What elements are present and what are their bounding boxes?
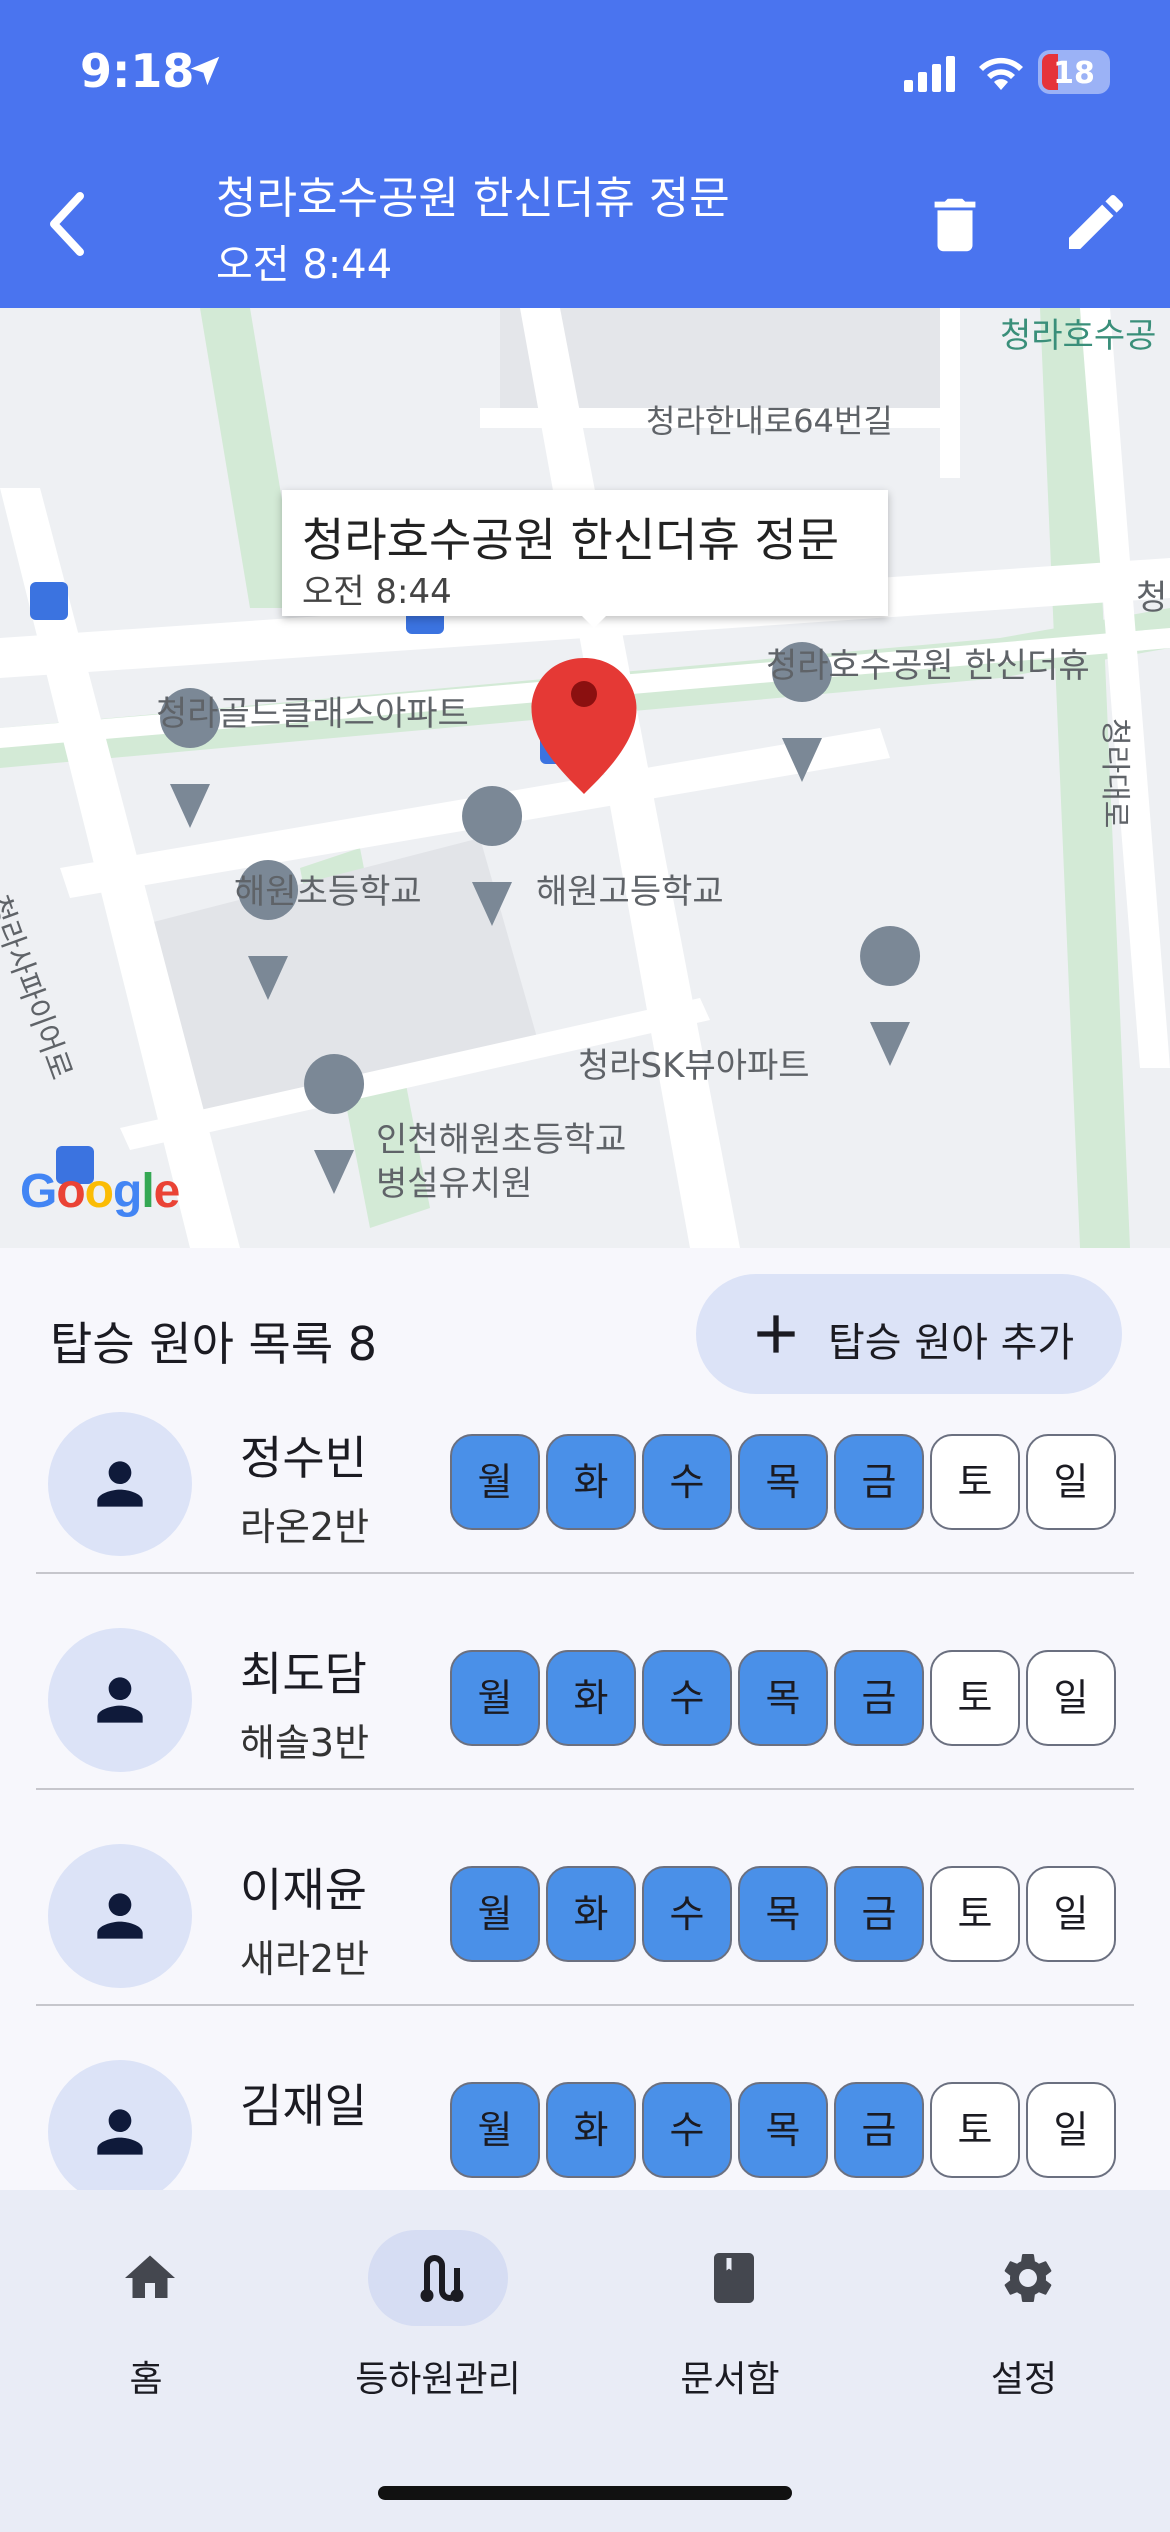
map-info-window[interactable]: 청라호수공원 한신더휴 정문 오전 8:44 — [282, 490, 888, 628]
day-toggle[interactable]: 수 — [642, 1434, 732, 1530]
nav-commute[interactable]: 등하원관리 — [318, 2230, 558, 2420]
cellular-signal-icon — [904, 56, 955, 92]
day-toggle[interactable]: 월 — [450, 2082, 540, 2178]
google-logo: Google — [20, 1165, 180, 1218]
bottom-navigation: 홈 등하원관리 문서함 설정 — [0, 2190, 1170, 2532]
day-toggle[interactable]: 화 — [546, 1650, 636, 1746]
day-toggle[interactable]: 화 — [546, 2082, 636, 2178]
child-list[interactable]: 정수빈 라온2반 월 화 수 목 금 토 일 최도담 해솔3반 월 화 수 목 금 토 일 이재윤 새라2반 월 화 수 목 금… — [0, 1400, 1170, 2190]
map-label-kinder-1: 인천해원초등학교 — [376, 1120, 627, 1160]
day-toggle[interactable]: 토 — [930, 1650, 1020, 1746]
list-header: 탑승 원아 목록 8 탑승 원아 추가 — [0, 1248, 1170, 1394]
day-toggle[interactable]: 수 — [642, 1866, 732, 1962]
person-icon — [97, 1677, 143, 1723]
day-toggle[interactable]: 목 — [738, 1434, 828, 1530]
add-child-label: 탑승 원아 추가 — [828, 1320, 1075, 1366]
day-toggle[interactable]: 금 — [834, 1866, 924, 1962]
info-window-title: 청라호수공원 한신더휴 정문 — [302, 513, 840, 567]
child-name: 정수빈 — [240, 1431, 367, 1485]
home-icon — [125, 2255, 175, 2298]
map-label-kinder-2: 병설유치원 — [376, 1164, 533, 1204]
battery-level: 18 — [1053, 56, 1095, 91]
nav-home[interactable]: 홈 — [26, 2230, 266, 2420]
status-bar: 9:18 18 — [0, 0, 1170, 150]
map-label-top-right: 청라호수공 — [1000, 316, 1157, 356]
day-toggle[interactable]: 금 — [834, 1650, 924, 1746]
day-toggle[interactable]: 토 — [930, 1866, 1020, 1962]
day-toggle[interactable]: 토 — [930, 2082, 1020, 2178]
day-toggle[interactable]: 화 — [546, 1866, 636, 1962]
avatar — [48, 1844, 192, 1988]
add-child-button[interactable]: 탑승 원아 추가 — [696, 1274, 1122, 1394]
map-label-road-64: 청라한내로64번길 — [646, 402, 893, 440]
nav-home-label: 홈 — [129, 2359, 163, 2400]
battery-indicator: 18 — [1038, 50, 1110, 94]
nav-settings[interactable]: 설정 — [904, 2230, 1144, 2420]
day-toggle[interactable]: 월 — [450, 1866, 540, 1962]
child-name: 김재일 — [240, 2079, 367, 2133]
location-arrow-icon — [190, 56, 220, 86]
day-toggle[interactable]: 금 — [834, 1434, 924, 1530]
person-icon — [97, 2109, 143, 2155]
avatar — [48, 1412, 192, 1556]
avatar — [48, 1628, 192, 1772]
map-label-gold: 청라골드클래스아파트 — [156, 694, 469, 734]
map-label-cheongra-daero: 청라대로 — [1097, 718, 1132, 829]
map-roads — [0, 308, 1170, 1248]
nav-settings-label: 설정 — [990, 2359, 1058, 2400]
day-toggle[interactable]: 목 — [738, 2082, 828, 2178]
day-toggle[interactable]: 금 — [834, 2082, 924, 2178]
child-row[interactable]: 최도담해솔3반 월 화 수 목 금 토 일 — [36, 1574, 1134, 1790]
book-icon — [714, 2253, 754, 2303]
child-class: 라온2반 — [240, 1505, 370, 1549]
nav-documents[interactable]: 문서함 — [610, 2230, 850, 2420]
avatar — [48, 2060, 192, 2190]
child-row[interactable]: 김재일 월 화 수 목 금 토 일 — [36, 2006, 1134, 2190]
delete-icon[interactable] — [920, 190, 990, 260]
status-time: 9:18 — [80, 44, 195, 98]
page-title: 청라호수공원 한신더휴 정문 — [216, 173, 730, 224]
map-label-hansin: 청라호수공원 한신더휴 — [766, 646, 1090, 686]
nav-commute-label: 등하원관리 — [355, 2359, 521, 2400]
app-bar: 9:18 18 청라호수공원 한신더휴 정문 오전 8:44 — [0, 0, 1170, 308]
person-icon — [97, 1461, 143, 1507]
day-toggle[interactable]: 일 — [1026, 1434, 1116, 1530]
map-label-haewon-elem: 해원초등학교 — [234, 872, 422, 912]
day-toggle[interactable]: 목 — [738, 1650, 828, 1746]
map-label-haewon-high: 해원고등학교 — [536, 872, 724, 912]
edit-icon[interactable] — [1060, 186, 1132, 258]
child-name: 이재윤 — [240, 1863, 367, 1917]
info-window-time: 오전 8:44 — [302, 572, 452, 612]
day-toggle[interactable]: 일 — [1026, 2082, 1116, 2178]
wifi-icon — [979, 57, 1023, 90]
day-toggle[interactable]: 토 — [930, 1434, 1020, 1530]
day-toggle[interactable]: 일 — [1026, 1866, 1116, 1962]
person-icon — [97, 1893, 143, 1939]
map-view[interactable]: 청라호수공 청라한내로64번길 청라호수공원 한신더휴 청라골드클래스아파트 해… — [0, 308, 1170, 1248]
day-toggle[interactable]: 수 — [642, 1650, 732, 1746]
child-row[interactable]: 정수빈라온2반 월 화 수 목 금 토 일 — [36, 1400, 1134, 1574]
child-name: 최도담 — [240, 1647, 367, 1701]
map-label-cheong-edge: 청 — [1136, 578, 1168, 618]
back-arrow-icon[interactable] — [40, 184, 96, 264]
gear-icon — [1004, 2254, 1052, 2302]
nav-documents-label: 문서함 — [680, 2359, 780, 2400]
child-row[interactable]: 이재윤새라2반 월 화 수 목 금 토 일 — [36, 1790, 1134, 2006]
day-toggle[interactable]: 수 — [642, 2082, 732, 2178]
plus-icon — [757, 1315, 795, 1353]
page-subtitle: 오전 8:44 — [216, 242, 393, 288]
map-label-sk: 청라SK뷰아파트 — [578, 1046, 810, 1086]
list-title: 탑승 원아 목록 8 — [50, 1317, 378, 1371]
day-toggle[interactable]: 일 — [1026, 1650, 1116, 1746]
day-toggle[interactable]: 월 — [450, 1650, 540, 1746]
day-toggle[interactable]: 화 — [546, 1434, 636, 1530]
child-class: 새라2반 — [240, 1937, 370, 1981]
route-icon — [420, 2255, 464, 2302]
day-toggle[interactable]: 목 — [738, 1866, 828, 1962]
home-indicator — [378, 2486, 792, 2500]
day-toggle[interactable]: 월 — [450, 1434, 540, 1530]
child-class: 해솔3반 — [240, 1721, 370, 1765]
